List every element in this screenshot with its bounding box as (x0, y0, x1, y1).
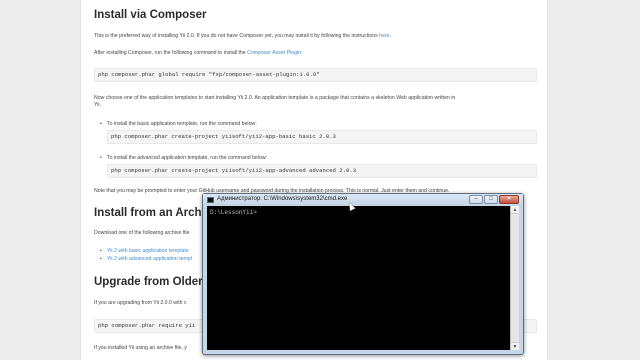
asset-plugin-end: : (301, 50, 303, 56)
asset-plugin-text: After installing Composer, run the follo… (94, 50, 248, 56)
scroll-down-icon[interactable]: ▼ (511, 342, 519, 350)
minimize-button[interactable]: – (469, 195, 483, 204)
terminal-scrollbar[interactable]: ▲ ▼ (510, 206, 519, 350)
composer-intro-paragraph: This is the preferred way of installing … (94, 32, 391, 40)
cmd-title: Администратор: C:\Windows\system32\cmd.e… (217, 196, 348, 202)
code-basic-template[interactable]: php composer.phar create-project yiisoft… (107, 130, 537, 144)
code-global-require[interactable]: php composer.phar global require "fxp/co… (94, 68, 537, 82)
templates-paragraph-line1: Now choose one of the application templa… (94, 95, 456, 101)
cmd-icon (207, 197, 214, 203)
composer-intro-end: . (389, 33, 392, 39)
scroll-up-icon[interactable]: ▲ (511, 206, 519, 214)
close-button[interactable]: ✕ (499, 195, 519, 204)
composer-asset-plugin-link[interactable]: Composer Asset Plugin (247, 50, 301, 56)
templates-paragraph-line2: Yii. (94, 102, 102, 108)
bullet-advanced-template: To install the advanced application temp… (100, 155, 267, 161)
heading-install-via-composer: Install via Composer (94, 9, 207, 21)
archive-paragraph: Download one of the following archive fi… (94, 230, 190, 236)
upgrade-paragraph: If you are upgrading from Yii 2.0.0 with… (94, 300, 187, 306)
archive-install-paragraph: If you installed Yii using an archive fi… (94, 345, 187, 351)
terminal-output[interactable]: D:\LessonYii> (207, 206, 510, 350)
archive-basic-link[interactable]: Yii 2 with basic application template (100, 248, 189, 254)
composer-intro-text: This is the preferred way of installing … (94, 33, 380, 39)
window-controls: – □ ✕ (469, 195, 519, 204)
asset-plugin-paragraph: After installing Composer, run the follo… (94, 49, 302, 57)
archive-advanced-link[interactable]: Yii 2 with advanced application templ (100, 256, 192, 262)
composer-here-link[interactable]: here (379, 33, 389, 39)
bullet-basic-template: To install the basic application templat… (100, 121, 257, 127)
cmd-title-bar[interactable]: Администратор: C:\Windows\system32\cmd.e… (203, 194, 523, 206)
cmd-window[interactable]: Администратор: C:\Windows\system32\cmd.e… (202, 193, 524, 355)
code-advanced-template[interactable]: php composer.phar create-project yiisoft… (107, 164, 537, 178)
maximize-button[interactable]: □ (484, 195, 498, 204)
terminal-prompt: D:\LessonYii> (210, 209, 257, 216)
